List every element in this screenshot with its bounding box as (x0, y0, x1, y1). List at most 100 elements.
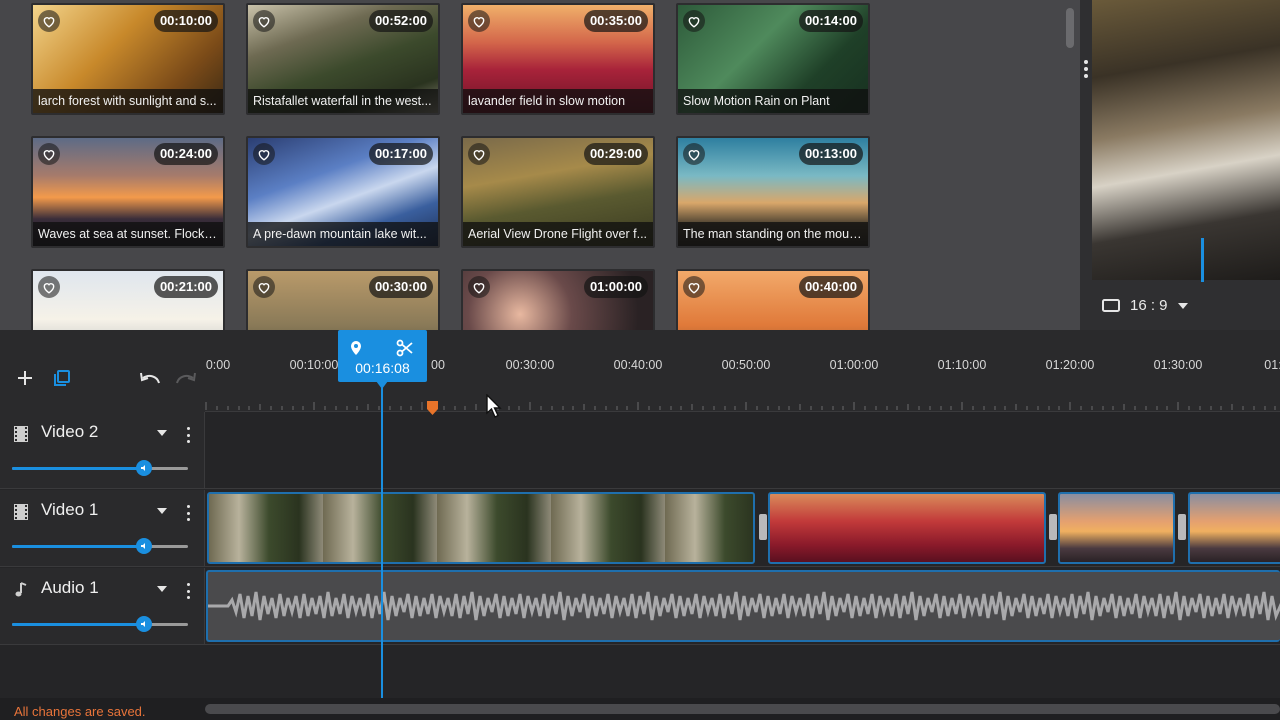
ruler-ticks (205, 402, 1276, 410)
preview-panel: 16 : 9 (1080, 0, 1280, 330)
media-clip[interactable]: 00:24:00 Waves at sea at sunset. Flocks … (31, 136, 225, 248)
clip-duration: 00:40:00 (798, 276, 863, 298)
media-clip[interactable]: 00:10:00 larch forest with sunlight and … (31, 3, 225, 115)
volume-knob[interactable] (136, 616, 152, 632)
snap-icon (54, 370, 70, 386)
ruler-label: 01:20:00 (1045, 358, 1095, 372)
track-name: Video 1 (41, 500, 99, 519)
preview-frame (1092, 0, 1280, 280)
clip-duration: 00:13:00 (798, 143, 863, 165)
heart-icon[interactable] (468, 143, 490, 165)
timeline-video-clip[interactable] (1188, 492, 1280, 564)
heart-icon[interactable] (468, 276, 490, 298)
chevron-down-icon[interactable] (157, 430, 167, 436)
clip-title: Waves at sea at sunset. Flocks ... (33, 222, 223, 246)
more-options-icon[interactable] (187, 583, 191, 599)
timeline-video-clip[interactable] (1058, 492, 1175, 564)
clip-title: larch forest with sunlight and s... (33, 89, 223, 113)
marker-pin-icon[interactable] (350, 340, 362, 356)
track-header: Audio 1 (0, 568, 205, 644)
media-clip[interactable]: 00:29:00 Aerial View Drone Flight over f… (461, 136, 655, 248)
screen-icon (1102, 299, 1120, 312)
volume-fill (12, 467, 144, 470)
track-audio-1: Audio 1 (0, 568, 1280, 645)
timeline-video-clip[interactable] (768, 492, 1046, 564)
heart-icon[interactable] (683, 143, 705, 165)
ruler-label: 01:10:00 (937, 358, 987, 372)
timeline-toolbar (0, 330, 205, 412)
ruler-label: 0:00 (205, 358, 231, 372)
media-clip[interactable]: 00:35:00 lavander field in slow motion (461, 3, 655, 115)
volume-fill (12, 545, 144, 548)
aspect-ratio-label: 16 : 9 (1130, 297, 1168, 314)
speaker-icon (141, 621, 145, 627)
timeline-audio-clip[interactable] (206, 570, 1280, 642)
ruler-label: 00:10:00 (289, 358, 339, 372)
redo-button[interactable] (173, 365, 199, 391)
track-header: Video 1 (0, 490, 205, 566)
chevron-down-icon (1177, 302, 1188, 309)
speaker-icon (141, 465, 145, 471)
media-clip[interactable]: 00:40:00 (676, 269, 870, 330)
add-track-button[interactable] (12, 365, 38, 391)
heart-icon[interactable] (683, 276, 705, 298)
track-name: Video 2 (41, 422, 99, 441)
track-header: Video 2 (0, 412, 205, 488)
media-clip[interactable]: 00:21:00 (31, 269, 225, 330)
clip-trim-handle[interactable] (1178, 514, 1186, 540)
clip-trim-handle[interactable] (759, 514, 767, 540)
chevron-down-icon[interactable] (157, 586, 167, 592)
heart-icon[interactable] (38, 143, 60, 165)
music-note-icon (15, 582, 27, 597)
clip-duration: 00:17:00 (368, 143, 433, 165)
heart-icon[interactable] (253, 276, 275, 298)
clip-title: Slow Motion Rain on Plant (678, 89, 868, 113)
clip-title: Aerial View Drone Flight over f... (463, 222, 653, 246)
ruler-label: 00:40:00 (613, 358, 663, 372)
media-clip[interactable]: 00:13:00 The man standing on the moun... (676, 136, 870, 248)
heart-icon[interactable] (38, 276, 60, 298)
more-options-icon[interactable] (187, 427, 191, 443)
track-video-2: Video 2 (0, 412, 1280, 489)
media-library: 00:10:00 larch forest with sunlight and … (0, 0, 1080, 330)
ruler-label: 01: (1264, 358, 1280, 372)
media-clip[interactable]: 00:30:00 (246, 269, 440, 330)
aspect-ratio-select[interactable]: 16 : 9 (1102, 297, 1188, 314)
panel-resize-handle[interactable] (1084, 60, 1088, 78)
snap-toggle-button[interactable] (49, 365, 75, 391)
media-clip[interactable]: 01:00:00 (461, 269, 655, 330)
heart-icon[interactable] (253, 143, 275, 165)
volume-slider[interactable] (12, 460, 188, 476)
heart-icon[interactable] (468, 10, 490, 32)
heart-icon[interactable] (253, 10, 275, 32)
media-clip[interactable]: 00:52:00 Ristafallet waterfall in the we… (246, 3, 440, 115)
volume-knob[interactable] (136, 460, 152, 476)
heart-icon[interactable] (683, 10, 705, 32)
mouse-cursor-icon (486, 394, 502, 418)
clip-duration: 00:10:00 (153, 10, 218, 32)
media-clip[interactable]: 00:14:00 Slow Motion Rain on Plant (676, 3, 870, 115)
media-clip[interactable]: 00:17:00 A pre-dawn mountain lake wit... (246, 136, 440, 248)
scissors-icon[interactable] (396, 339, 414, 357)
preview-scrubber[interactable] (1201, 238, 1204, 282)
save-status: All changes are saved. (14, 704, 146, 719)
undo-button[interactable] (137, 365, 163, 391)
ruler-label: 01:30:00 (1153, 358, 1203, 372)
track-video-1: Video 1 (0, 490, 1280, 567)
library-scrollbar[interactable] (1066, 8, 1074, 48)
volume-slider[interactable] (12, 538, 188, 554)
film-icon (14, 504, 28, 520)
clip-title: lavander field in slow motion (463, 89, 653, 113)
clip-title: A pre-dawn mountain lake wit... (248, 222, 438, 246)
playhead[interactable]: 00:16:08 (338, 330, 427, 382)
timeline-video-clip[interactable] (207, 492, 755, 564)
chevron-down-icon[interactable] (157, 508, 167, 514)
timeline-horizontal-scrollbar[interactable] (205, 704, 1280, 714)
plus-icon (18, 371, 32, 385)
clip-trim-handle[interactable] (1049, 514, 1057, 540)
heart-icon[interactable] (38, 10, 60, 32)
volume-knob[interactable] (136, 538, 152, 554)
timeline-marker-icon[interactable] (426, 400, 439, 416)
more-options-icon[interactable] (187, 505, 191, 521)
volume-slider[interactable] (12, 616, 188, 632)
